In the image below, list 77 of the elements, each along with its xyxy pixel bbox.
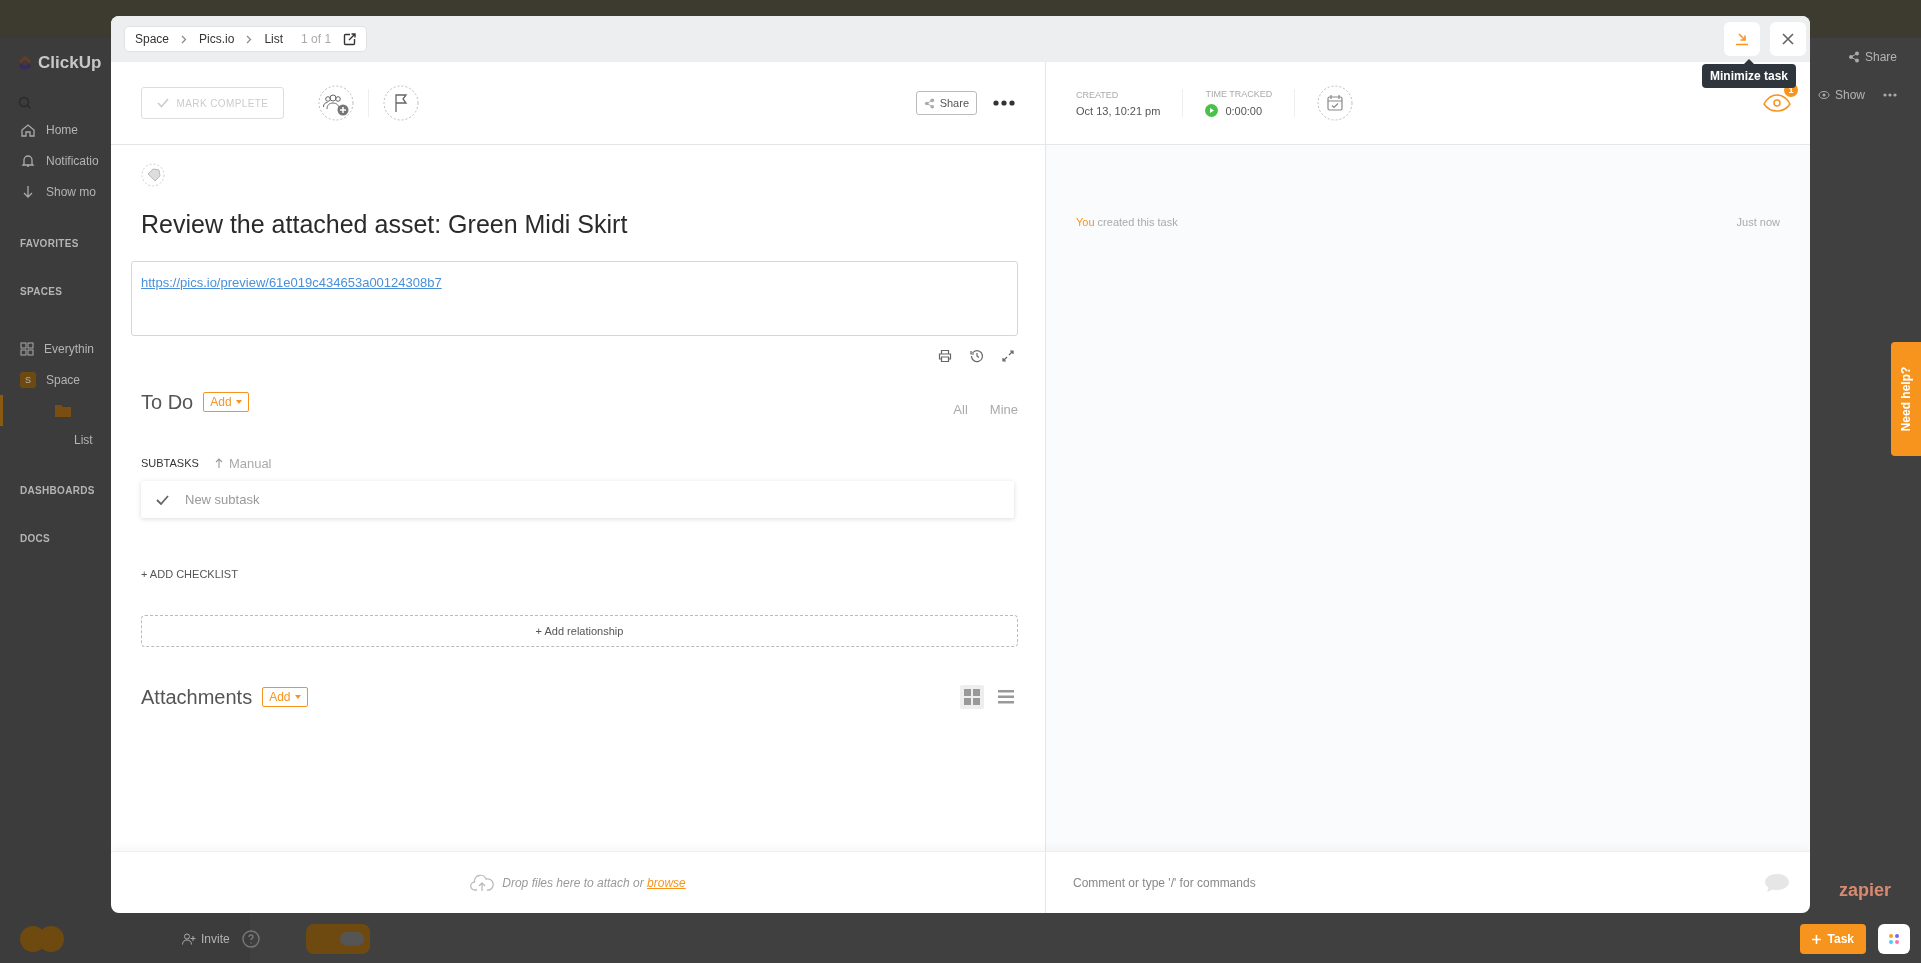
sidebar-item[interactable]: Everythin bbox=[0, 333, 99, 364]
attachments-heading: Attachments bbox=[141, 685, 253, 709]
close-button[interactable] bbox=[1770, 22, 1806, 56]
sidebar-item[interactable]: Show mo bbox=[0, 176, 101, 207]
tooltip: Minimize task bbox=[1702, 64, 1797, 88]
sidebar-item[interactable]: List bbox=[0, 426, 93, 454]
add-checklist-link[interactable]: + ADD CHECKLIST bbox=[141, 566, 238, 582]
close-icon bbox=[1781, 32, 1795, 46]
section-heading: DOCS bbox=[20, 532, 51, 546]
dropzone-text: Drop files here to attach or browse bbox=[502, 875, 686, 890]
section-heading: DASHBOARDS bbox=[20, 484, 95, 498]
meta-label: TIME TRACKED bbox=[1205, 89, 1273, 99]
logo-icon bbox=[16, 54, 34, 72]
tag-icon[interactable] bbox=[141, 163, 165, 187]
logo-text: ClickUp bbox=[38, 53, 102, 73]
record-button[interactable] bbox=[305, 924, 370, 954]
apps-icon bbox=[1888, 933, 1900, 945]
assignee-icon[interactable] bbox=[318, 85, 354, 121]
description-field[interactable]: https://pics.io/preview/61e019c434653a00124308b7 bbox=[131, 261, 1018, 336]
breadcrumb-link[interactable]: List bbox=[264, 32, 284, 46]
history-icon[interactable] bbox=[970, 349, 984, 363]
calendar-icon[interactable] bbox=[1317, 85, 1354, 121]
apps-button[interactable] bbox=[1878, 924, 1910, 954]
task-position: 1 of 1 bbox=[301, 32, 332, 46]
check-icon bbox=[156, 494, 169, 505]
more-icon[interactable] bbox=[993, 100, 1015, 106]
invite-link[interactable]: Invite bbox=[182, 932, 230, 946]
grid-view-icon[interactable] bbox=[960, 685, 984, 709]
zapier-logo: zapier bbox=[1838, 880, 1891, 901]
watch-eye-icon[interactable] bbox=[1762, 93, 1792, 113]
activity-time: Just now bbox=[1736, 216, 1780, 228]
priority-flag-icon[interactable] bbox=[383, 85, 419, 121]
sidebar-item[interactable]: Notificatio bbox=[0, 145, 103, 176]
check-icon bbox=[156, 98, 169, 108]
new-subtask-field[interactable]: New subtask bbox=[183, 491, 1014, 508]
help-icon[interactable] bbox=[241, 930, 260, 948]
bell-icon bbox=[20, 152, 36, 169]
plus-icon bbox=[1811, 934, 1821, 944]
open-icon[interactable] bbox=[343, 32, 357, 46]
share-link[interactable]: Share bbox=[1847, 50, 1897, 64]
time-tracked: 0:00:00 bbox=[1225, 104, 1263, 117]
activity-text: You created this task bbox=[1076, 216, 1178, 228]
caret-icon bbox=[235, 400, 242, 404]
created-date: Oct 13, 10:21 pm bbox=[1076, 104, 1161, 117]
space-avatar: S bbox=[20, 371, 36, 388]
chevron-icon bbox=[246, 34, 253, 44]
arrow-up-icon bbox=[214, 458, 223, 468]
expand-icon[interactable] bbox=[1002, 350, 1014, 362]
print-icon[interactable] bbox=[938, 349, 952, 363]
sidebar-item[interactable]: Home bbox=[0, 114, 82, 145]
share-button[interactable]: Share bbox=[915, 91, 977, 115]
comment-field[interactable]: Comment or type '/' for commands bbox=[1071, 874, 1764, 891]
eye-icon bbox=[1817, 90, 1830, 100]
caret-icon bbox=[294, 695, 301, 699]
add-relationship-button[interactable]: + Add relationship bbox=[141, 615, 1018, 647]
task-title[interactable]: Review the attached asset: Green Midi Skirt bbox=[141, 209, 1018, 239]
upload-cloud-icon bbox=[470, 873, 495, 892]
subtasks-heading: SUBTASKS bbox=[141, 457, 199, 469]
breadcrumb-link[interactable]: Pics.io bbox=[199, 32, 235, 46]
section-heading: SPACES bbox=[20, 285, 63, 299]
add-person-icon bbox=[182, 933, 196, 945]
meta-label: CREATED bbox=[1076, 89, 1120, 100]
play-icon[interactable] bbox=[1205, 104, 1219, 117]
description-link[interactable]: https://pics.io/preview/61e019c434653a00124308b7 bbox=[141, 275, 442, 290]
tooltip-pointer-icon bbox=[1744, 59, 1754, 64]
status-heading: To Do bbox=[141, 390, 194, 414]
show-link[interactable]: Show bbox=[1817, 88, 1865, 102]
share-icon bbox=[923, 97, 935, 109]
chevron-icon bbox=[181, 34, 188, 44]
minimize-button[interactable] bbox=[1724, 22, 1760, 56]
sidebar-item[interactable]: S Space bbox=[0, 364, 85, 395]
folder-icon bbox=[55, 404, 71, 417]
breadcrumb-link[interactable]: Space bbox=[135, 32, 170, 46]
section-heading: FAVORITES bbox=[20, 237, 79, 251]
grid-icon bbox=[20, 341, 34, 356]
share-icon bbox=[1847, 51, 1860, 63]
minimize-icon bbox=[1735, 32, 1749, 46]
